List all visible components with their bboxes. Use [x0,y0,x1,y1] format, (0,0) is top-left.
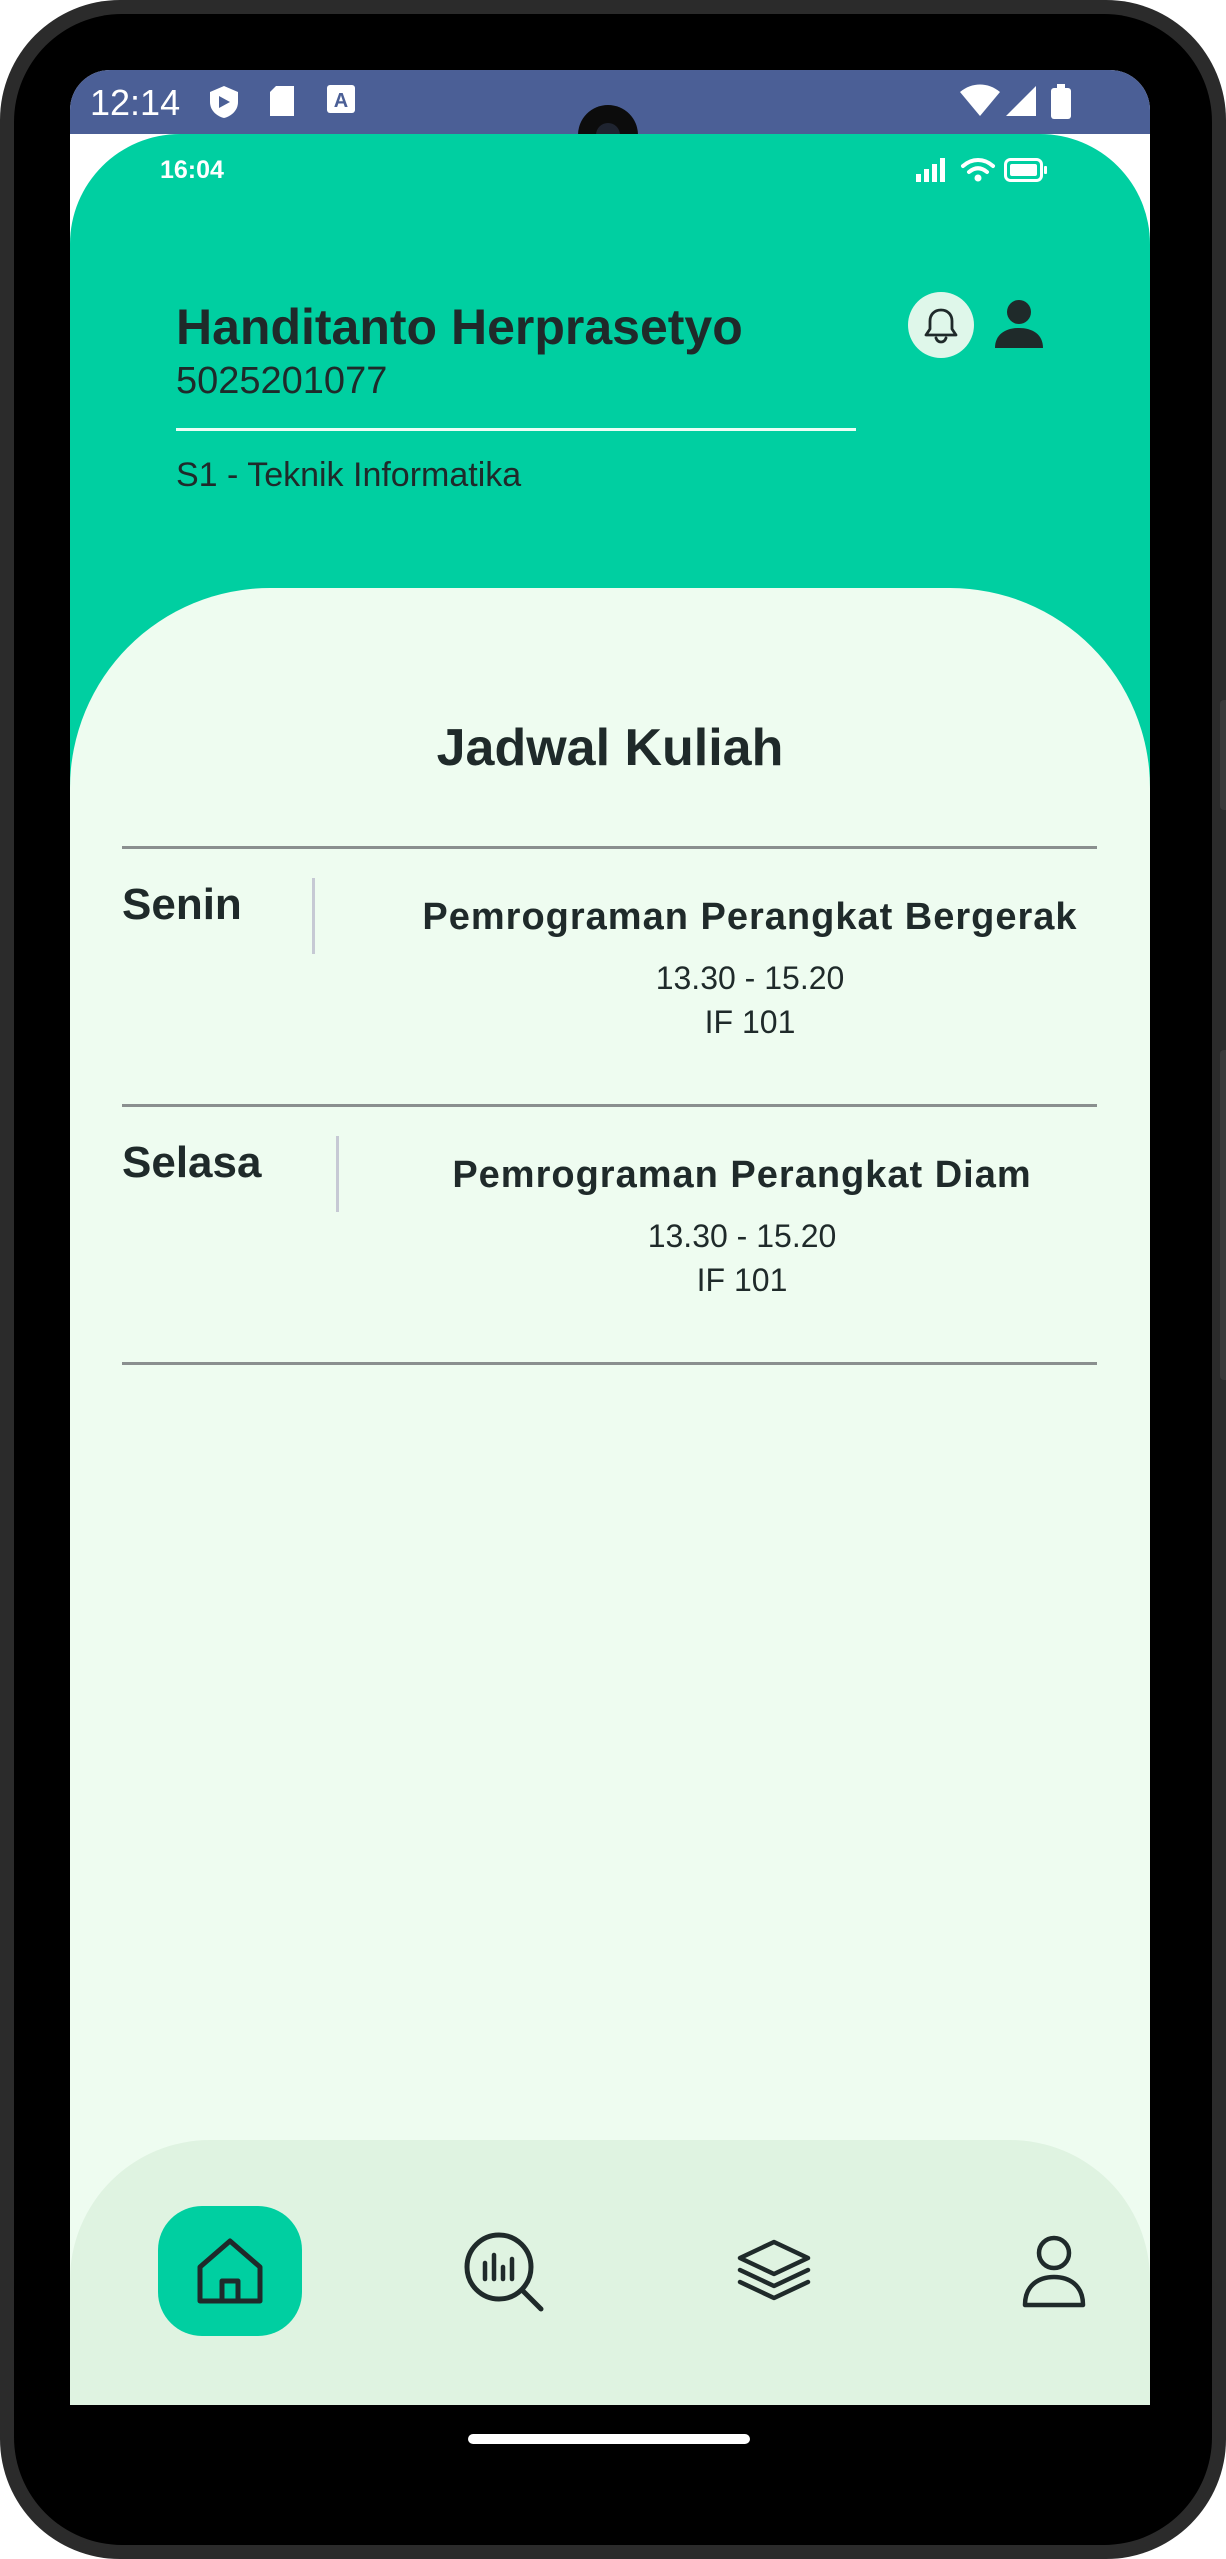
content-card [70,588,1150,2405]
system-time: 12:14 [90,82,181,123]
course-room: IF 101 [704,1004,796,1040]
keyboard-a-icon: A [326,84,356,119]
sd-card-icon [268,84,296,123]
person-icon [995,300,1043,348]
schedule-day: Selasa [122,1138,262,1187]
profile-icon [1022,2235,1086,2308]
course-name: Pemrograman Perangkat Bergerak [422,896,1078,938]
svg-text:A: A [334,90,348,112]
wifi-icon [960,84,1000,123]
user-name: Handitanto Herprasetyo [176,299,743,355]
analytics-search-icon [464,2232,544,2312]
schedule-title: Jadwal Kuliah [436,719,784,777]
bell-icon [924,308,958,344]
course-time: 13.30 - 15.20 [655,960,845,996]
study-program: S1 - Teknik Informatika [176,456,522,494]
header-divider [176,428,856,431]
nav-home[interactable] [158,2206,302,2336]
nav-analytics[interactable] [434,2206,578,2336]
gesture-home-bar[interactable] [468,2434,750,2444]
nav-layers[interactable] [702,2206,846,2336]
schedule-separator [312,878,315,954]
battery-icon [1050,84,1072,125]
notification-button[interactable] [908,292,974,358]
app-status-time: 16:04 [160,156,224,184]
app-wifi-icon [960,156,996,187]
screen: 12:14 A 16:04 Handitanto Herprasetyo 502… [70,70,1150,2405]
schedule-day: Senin [122,880,242,929]
student-id: 5025201077 [176,360,388,402]
schedule-divider [122,1104,1097,1107]
course-room: IF 101 [696,1262,788,1298]
course-name: Pemrograman Perangkat Diam [452,1154,1032,1196]
schedule-divider [122,846,1097,849]
volume-button [1220,700,1226,810]
shield-icon [208,84,240,125]
schedule-divider [122,1362,1097,1365]
layers-icon [737,2239,811,2301]
app-signal-icon [916,158,950,187]
cellular-icon [1004,84,1038,123]
account-button[interactable] [990,296,1048,354]
power-button [1220,1050,1226,1380]
nav-profile[interactable] [982,2206,1126,2336]
course-time: 13.30 - 15.20 [647,1218,837,1254]
home-icon [197,2238,263,2304]
app-battery-icon [1004,158,1048,187]
